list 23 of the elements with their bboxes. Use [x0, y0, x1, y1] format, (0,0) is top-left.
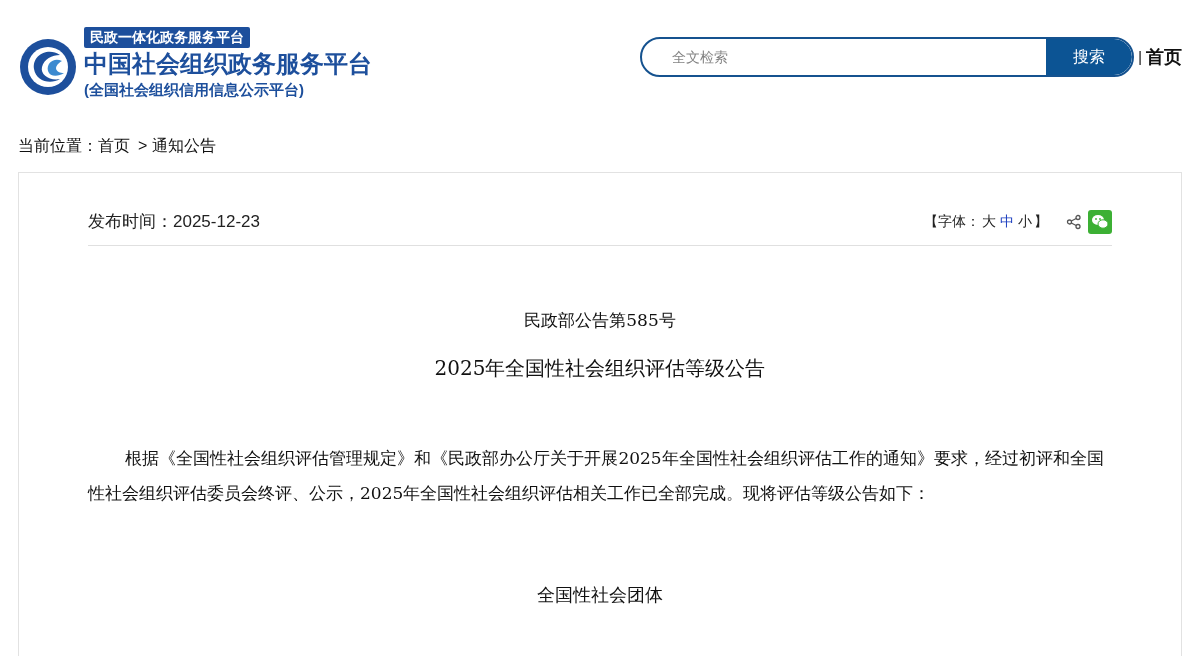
publish-time: 发布时间：2025-12-23 [88, 211, 260, 233]
search-button[interactable]: 搜索 [1046, 39, 1133, 75]
logo-icon [18, 36, 78, 97]
search-field[interactable]: 全文检索 搜索 [640, 37, 1135, 77]
body-paragraph: 根据《全国性社会组织评估管理规定》和《民政部办公厅关于开展2025年全国性社会组织评估工作的通知》要求，经过初评和全国性社会组织评估委员会终评、公示，2025年全国性社会组织评估相关工作已全部完成。现将评估等级公告如下： [88, 447, 1105, 505]
font-size-option[interactable]: 中 [998, 211, 1016, 233]
font-size-option[interactable]: 小 [1016, 211, 1034, 233]
site-title: 中国社会组织政务服务平台 [84, 49, 372, 79]
separator-text: | [1138, 47, 1142, 67]
home-link[interactable]: 首页 [1146, 43, 1182, 71]
breadcrumb-label: 当前位置： [18, 136, 98, 156]
breadcrumb-link[interactable]: > 通知公告 [138, 134, 216, 158]
font-size-option[interactable]: 大 [980, 211, 998, 233]
platform-badge: 民政一体化政务服务平台 [84, 27, 250, 48]
notice-number: 民政部公告第585号 [523, 308, 677, 332]
bracket-text: 】 [1034, 212, 1048, 232]
section-heading: 全国性社会团体 [536, 583, 664, 607]
site-subtitle: (全国社会组织信用信息公示平台) [84, 80, 304, 100]
share-icon[interactable] [1066, 213, 1082, 230]
notice-title: 2025年全国性社会组织评估等级公告 [433, 355, 767, 382]
font-size-label: 【字体： [924, 212, 980, 232]
breadcrumb-link[interactable]: 首页 [98, 134, 130, 158]
wechat-icon[interactable] [1088, 209, 1112, 234]
